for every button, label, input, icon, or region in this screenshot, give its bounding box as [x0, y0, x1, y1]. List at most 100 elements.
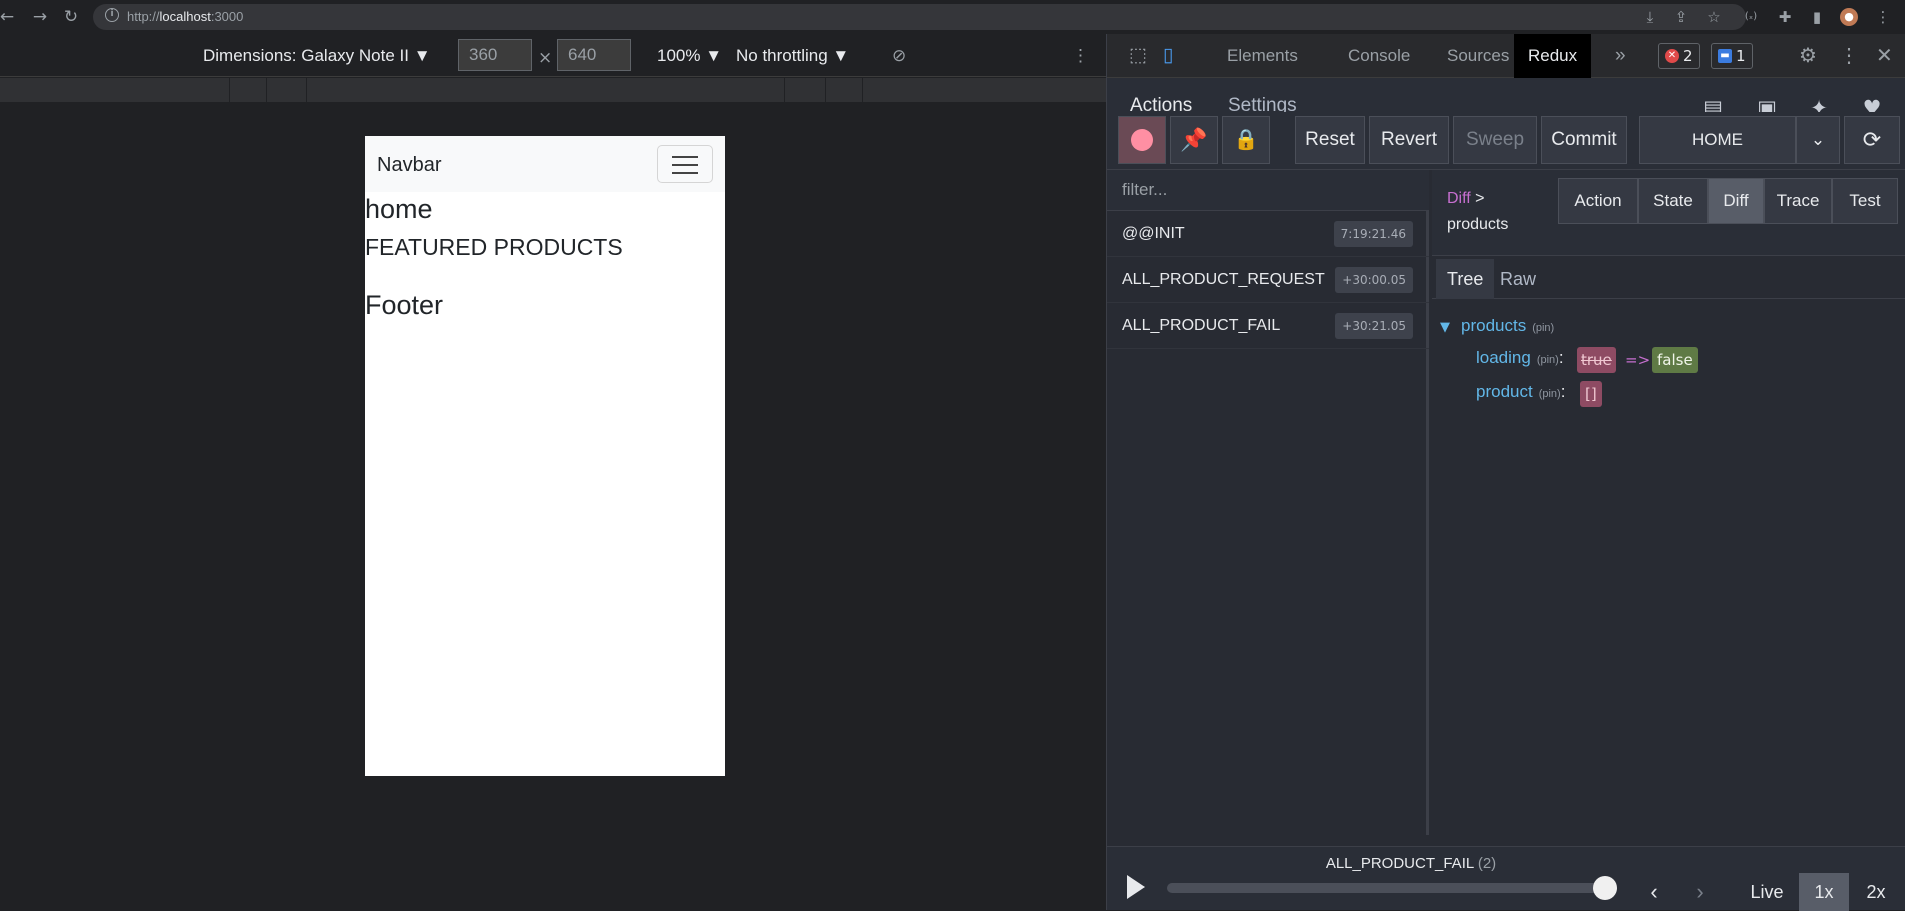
tab-sources[interactable]: Sources: [1433, 34, 1523, 78]
breadcrumb-leaf: products: [1447, 216, 1509, 233]
device-toolbar: Dimensions: Galaxy Note II ▼ 360 × 640 1…: [0, 34, 1106, 77]
live-button[interactable]: Live: [1739, 873, 1795, 911]
device-dropdown[interactable]: Dimensions: Galaxy Note II ▼: [203, 46, 431, 66]
page-navbar: Navbar: [365, 136, 725, 192]
action-timestamp: 7:19:21.46: [1333, 221, 1413, 247]
forward-icon[interactable]: →: [29, 6, 51, 28]
play-icon[interactable]: [1127, 875, 1145, 899]
ruler-segment[interactable]: [784, 78, 785, 102]
height-input[interactable]: 640: [557, 39, 631, 71]
slider-current-action: ALL_PRODUCT_FAIL (2): [1325, 855, 1497, 872]
speed-2x-button[interactable]: 2x: [1851, 873, 1901, 911]
view-test-button[interactable]: Test: [1832, 178, 1898, 224]
ruler-segment[interactable]: [266, 78, 267, 102]
address-bar[interactable]: i http://localhost:3000: [93, 4, 1746, 30]
extension-badge-icon[interactable]: (ₓ): [1742, 8, 1760, 26]
filter-input[interactable]: filter...: [1107, 170, 1429, 211]
step-back-icon[interactable]: ‹: [1639, 873, 1669, 911]
diff-arrow: =>: [1625, 351, 1651, 369]
more-tabs-icon[interactable]: »: [1601, 34, 1640, 78]
extensions-puzzle-icon[interactable]: ✚: [1776, 8, 1794, 26]
share-icon[interactable]: ⇪: [1672, 8, 1690, 26]
lock-icon[interactable]: 🔒: [1222, 116, 1270, 164]
inspector-pane: Diff > products Action State Diff Trace …: [1432, 170, 1905, 835]
ruler-segment[interactable]: [862, 78, 863, 102]
ruler-segment[interactable]: [306, 78, 307, 102]
view-diff-button[interactable]: Diff: [1708, 178, 1764, 224]
tab-raw[interactable]: Raw: [1489, 259, 1547, 299]
slider-handle[interactable]: [1593, 876, 1617, 900]
rotate-icon[interactable]: ⊘: [892, 46, 906, 66]
tree-root-key[interactable]: products (pin): [1461, 316, 1554, 336]
install-icon[interactable]: ⤓: [1641, 8, 1659, 26]
device-toggle-icon[interactable]: ▯: [1149, 34, 1187, 78]
step-forward-icon[interactable]: ›: [1685, 873, 1715, 911]
close-devtools-icon[interactable]: ✕: [1862, 34, 1905, 78]
tree-key-product[interactable]: product (pin):: [1476, 382, 1565, 402]
throttling-dropdown[interactable]: No throttling ▼: [736, 46, 849, 66]
message-count-badge[interactable]: ▬ 1: [1711, 43, 1753, 69]
slider-track[interactable]: [1167, 883, 1617, 893]
hamburger-menu-icon[interactable]: [657, 145, 713, 183]
record-button[interactable]: [1118, 116, 1166, 164]
view-action-button[interactable]: Action: [1558, 178, 1638, 224]
devtools-tabbar: ⬚ ▯ Elements Console Sources Redux » ✕ 2 …: [1107, 34, 1905, 78]
reset-button[interactable]: Reset: [1295, 116, 1365, 164]
dimension-separator: ×: [538, 48, 553, 68]
action-list: filter... @@INIT 7:19:21.46 ALL_PRODUCT_…: [1107, 170, 1429, 835]
format-tabs: Tree Raw: [1432, 256, 1905, 299]
action-timestamp: +30:21.05: [1335, 313, 1413, 339]
menu-kebab-icon[interactable]: ⋮: [1874, 8, 1892, 26]
chevron-down-icon[interactable]: ⌄: [1796, 116, 1840, 164]
list-item[interactable]: @@INIT 7:19:21.46: [1107, 211, 1429, 257]
browser-toolbar: ← → ↻ i http://localhost:3000 ⤓ ⇪ ☆ (ₓ) …: [0, 0, 1905, 34]
action-slider: ALL_PRODUCT_FAIL (2) ‹ › Live 1x 2x: [1107, 846, 1905, 911]
diff-old-value: true: [1577, 347, 1616, 373]
inspector-header: Diff > products Action State Diff Trace …: [1432, 170, 1905, 256]
navbar-brand[interactable]: Navbar: [377, 154, 441, 177]
commit-button[interactable]: Commit: [1541, 116, 1627, 164]
page-heading-home: home: [365, 194, 433, 224]
revert-button[interactable]: Revert: [1369, 116, 1449, 164]
site-info-icon[interactable]: i: [105, 8, 119, 22]
page-footer: Footer: [365, 290, 444, 320]
message-icon: ▬: [1718, 49, 1732, 63]
action-timestamp: +30:00.05: [1335, 267, 1413, 293]
avatar[interactable]: ●: [1840, 8, 1858, 26]
error-count-badge[interactable]: ✕ 2: [1658, 43, 1700, 69]
redux-toolbar: 📌 🔒 Reset Revert Sweep Commit HOME ⌄ ⟳: [1107, 112, 1905, 170]
media-query-ruler: [0, 78, 1106, 102]
speed-1x-button[interactable]: 1x: [1799, 873, 1849, 911]
pin-icon[interactable]: 📌: [1170, 116, 1218, 164]
sweep-button[interactable]: Sweep: [1453, 116, 1537, 164]
tab-elements[interactable]: Elements: [1213, 34, 1312, 78]
ruler-segment[interactable]: [229, 78, 230, 102]
ruler-segment[interactable]: [825, 78, 826, 102]
device-options-icon[interactable]: ⋮: [1072, 46, 1089, 66]
sync-icon[interactable]: ⟳: [1844, 116, 1900, 164]
width-input[interactable]: 360: [458, 39, 532, 71]
list-item[interactable]: ALL_PRODUCT_FAIL +30:21.05: [1107, 303, 1429, 349]
reload-icon[interactable]: ↻: [60, 6, 82, 28]
instance-select[interactable]: HOME: [1639, 116, 1796, 164]
side-panel-icon[interactable]: ▮: [1808, 8, 1826, 26]
bookmark-star-icon[interactable]: ☆: [1705, 8, 1723, 26]
record-icon: [1131, 129, 1153, 151]
url-text: http://localhost:3000: [127, 9, 244, 24]
tab-redux[interactable]: Redux: [1514, 34, 1592, 78]
back-icon[interactable]: ←: [0, 6, 18, 28]
tree-key-loading[interactable]: loading (pin):: [1476, 348, 1564, 368]
tab-tree[interactable]: Tree: [1436, 259, 1495, 299]
tab-console[interactable]: Console: [1334, 34, 1424, 78]
list-item[interactable]: ALL_PRODUCT_REQUEST +30:00.05: [1107, 257, 1429, 303]
error-icon: ✕: [1665, 49, 1679, 63]
view-state-button[interactable]: State: [1638, 178, 1708, 224]
expand-triangle-icon[interactable]: ▼: [1440, 320, 1450, 335]
devtools-panel: ⬚ ▯ Elements Console Sources Redux » ✕ 2 …: [1106, 34, 1905, 911]
emulated-page: Navbar home FEATURED PRODUCTS Footer: [365, 136, 725, 776]
featured-products-heading: FEATURED PRODUCTS: [365, 234, 623, 260]
diff-added-value: []: [1580, 381, 1602, 407]
breadcrumb[interactable]: Diff >: [1447, 190, 1485, 208]
view-trace-button[interactable]: Trace: [1764, 178, 1832, 224]
zoom-dropdown[interactable]: 100% ▼: [657, 46, 722, 66]
